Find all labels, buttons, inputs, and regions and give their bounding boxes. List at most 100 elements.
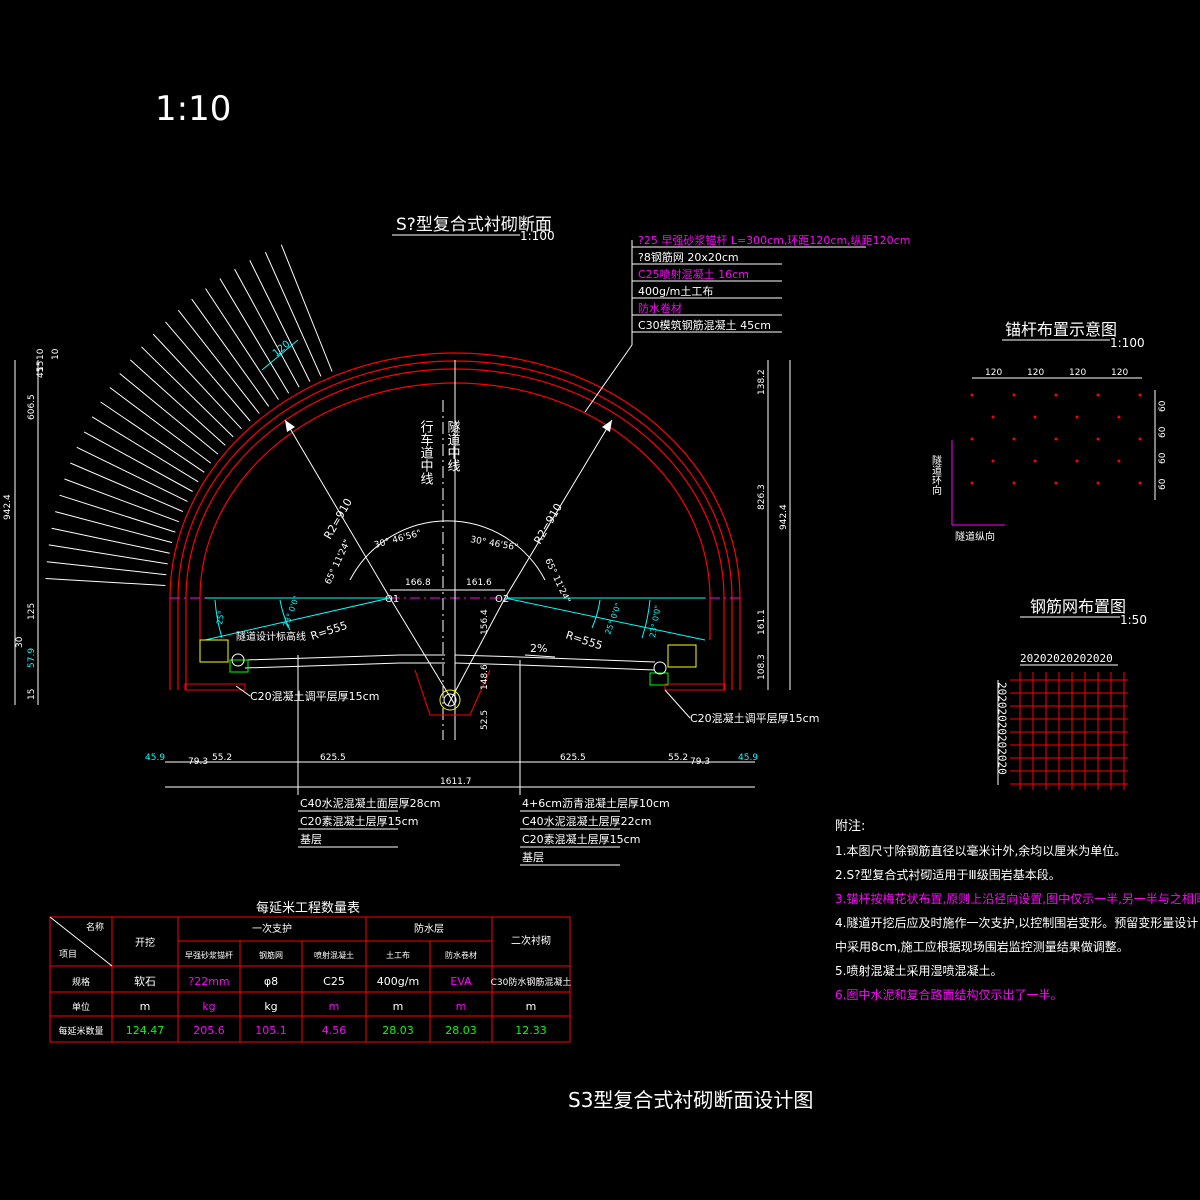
hatch-line bbox=[119, 373, 219, 455]
drawing-title: S3型复合式衬砌断面设计图 bbox=[568, 1088, 813, 1112]
o2-label: O2 bbox=[495, 594, 509, 605]
tunnel-center-label: 隧道中线 bbox=[445, 419, 461, 472]
hatch-line bbox=[129, 359, 226, 446]
angle-l3: 25° bbox=[215, 610, 226, 626]
callout-line: ?25 早强砂浆锚杆 L=300cm,环距120cm,纵距120cm bbox=[638, 233, 910, 247]
bolt-dot bbox=[1075, 459, 1079, 463]
angle-l2: 65° 11'24" bbox=[324, 538, 353, 586]
left-dim: 942.4 bbox=[3, 494, 13, 520]
bolt-dot bbox=[1117, 415, 1121, 419]
bottom-right-label: C20混凝土调平层厚15cm bbox=[690, 711, 819, 725]
left-dim: 125 bbox=[27, 603, 37, 620]
table-corner-bottom: 项目 bbox=[59, 949, 77, 960]
table-cell: m bbox=[140, 1000, 151, 1013]
right-dim-labels: 138.2 826.3 942.4 161.1 108.3 bbox=[757, 369, 789, 680]
callout-line: C30模筑钢筋混凝土 45cm bbox=[638, 318, 771, 332]
pavement-layer: C40水泥混凝土层厚22cm bbox=[522, 814, 651, 828]
hatch-line bbox=[83, 431, 193, 492]
pavement-layer: C20素混凝土层厚15cm bbox=[522, 832, 640, 846]
table-header: 一次支护 bbox=[252, 922, 292, 935]
mesh-scale: 1:50 bbox=[1120, 613, 1147, 627]
bolt-side-dim: 60 bbox=[1158, 426, 1168, 438]
table-cell: 软石 bbox=[134, 974, 156, 988]
bolt-dot bbox=[970, 393, 974, 397]
center-drain-inner bbox=[443, 693, 457, 707]
bolt-top-dim: 120 bbox=[1069, 368, 1086, 378]
quantity-table: 名称项目 开挖 一次支护 防水层二次衬砌早强砂浆锚杆 钢筋网 喷射混凝土 土工布 防水卷材规格… bbox=[49, 916, 571, 1043]
bolt-top-dim: 120 bbox=[1027, 368, 1044, 378]
footing-hatch-right bbox=[664, 683, 726, 691]
table-cell: 28.03 bbox=[382, 1024, 414, 1037]
left-dim: 15 bbox=[27, 689, 37, 700]
radius-right-down bbox=[447, 597, 506, 706]
drain-right bbox=[649, 672, 669, 686]
angle-r3: 25° 0'0" bbox=[603, 602, 623, 636]
hatch-line bbox=[46, 561, 167, 576]
bolt-dots bbox=[970, 393, 1142, 485]
table-cell: m bbox=[393, 1000, 404, 1013]
bolt-dot bbox=[970, 481, 974, 485]
road-structure bbox=[244, 654, 656, 716]
bottom-dim: 625.5 bbox=[560, 753, 586, 763]
bolt-dot bbox=[1054, 481, 1058, 485]
hatch-line bbox=[191, 298, 270, 407]
rock-hatch bbox=[45, 244, 333, 586]
slope-arrow bbox=[524, 654, 556, 658]
angle-l4: 23° 0'0" bbox=[281, 595, 301, 629]
table-row-label: 单位 bbox=[72, 1001, 90, 1013]
table-header: 防水层 bbox=[414, 922, 444, 935]
table-row-label: 规格 bbox=[72, 976, 90, 988]
right-dim: 108.3 bbox=[757, 654, 767, 680]
pavement-layer: 4+6cm沥青混凝土层厚10cm bbox=[522, 796, 670, 810]
offset-right: 161.6 bbox=[466, 578, 492, 588]
radius-small-left: R=555 bbox=[309, 619, 349, 643]
bolt-top-dim: 120 bbox=[985, 368, 1002, 378]
bolt-layout-scale: 1:100 bbox=[1110, 336, 1145, 350]
invert bbox=[414, 669, 491, 716]
bolt-dot bbox=[1054, 393, 1058, 397]
radius-small-right: R=555 bbox=[564, 628, 604, 652]
mesh-title: 钢筋网布置图 bbox=[1030, 597, 1126, 616]
radius-right-label: R2=910 bbox=[531, 501, 565, 546]
bottom-dim: 1611.7 bbox=[440, 777, 472, 787]
table-cell: 105.1 bbox=[255, 1024, 287, 1037]
mesh-top-dims: 20202020202020 bbox=[1020, 652, 1113, 665]
table-header: 二次衬砌 bbox=[511, 934, 551, 947]
section-scale: 1:100 bbox=[520, 229, 555, 243]
bolt-dot bbox=[970, 437, 974, 441]
table-header: 开挖 bbox=[135, 936, 155, 949]
right-dim: 161.1 bbox=[757, 609, 767, 635]
bolt-side-dim: 60 bbox=[1158, 452, 1168, 464]
bottom-dim: 45.9 bbox=[145, 753, 165, 763]
road-surface-right bbox=[454, 654, 656, 663]
table-cell: 28.03 bbox=[445, 1024, 477, 1037]
offset-left: 166.8 bbox=[405, 578, 431, 588]
side-drain-left bbox=[184, 639, 249, 691]
arrow-left bbox=[285, 420, 295, 432]
hatch-line bbox=[45, 578, 166, 586]
center-dim: 156.4 bbox=[480, 609, 490, 635]
table-cell: EVA bbox=[450, 975, 472, 988]
cable-trough-left bbox=[199, 639, 229, 663]
bolt-dot bbox=[1138, 481, 1142, 485]
bolt-layout-title: 锚杆布置示意图 bbox=[1005, 320, 1117, 339]
side-drain-right bbox=[649, 644, 726, 691]
notes-heading: 附注: bbox=[835, 819, 865, 834]
bottom-dim: 625.5 bbox=[320, 753, 346, 763]
table-sub-header: 钢筋网 bbox=[259, 950, 283, 960]
bolt-dot bbox=[1033, 415, 1037, 419]
angle-right: 30° 46'56" bbox=[469, 535, 518, 553]
table-corner-top: 名称 bbox=[86, 921, 104, 933]
bottom-dim: 55.2 bbox=[212, 753, 232, 763]
bottom-left-label: C20混凝土调平层厚15cm bbox=[250, 689, 379, 703]
note-item: 3.锚杆按梅花状布置,原则上沿径向设置,图中仅示一半,另一半与之相同。 bbox=[835, 891, 1200, 906]
table-cell: m bbox=[456, 1000, 467, 1013]
bolt-axis-h-label: 隧道纵向 bbox=[955, 530, 995, 543]
angle-r4: 23° 0'0" bbox=[648, 605, 663, 639]
cable-trough-right bbox=[667, 644, 697, 668]
hatch-line bbox=[51, 527, 170, 554]
bolt-side-dims: 60 60 60 60 bbox=[1158, 400, 1168, 490]
o1-label: O1 bbox=[385, 594, 399, 605]
angle-left: 30° 46'56" bbox=[373, 529, 422, 551]
note-item: 1.本图尺寸除钢筋直径以毫米计外,余均以厘米为单位。 bbox=[835, 843, 1126, 858]
